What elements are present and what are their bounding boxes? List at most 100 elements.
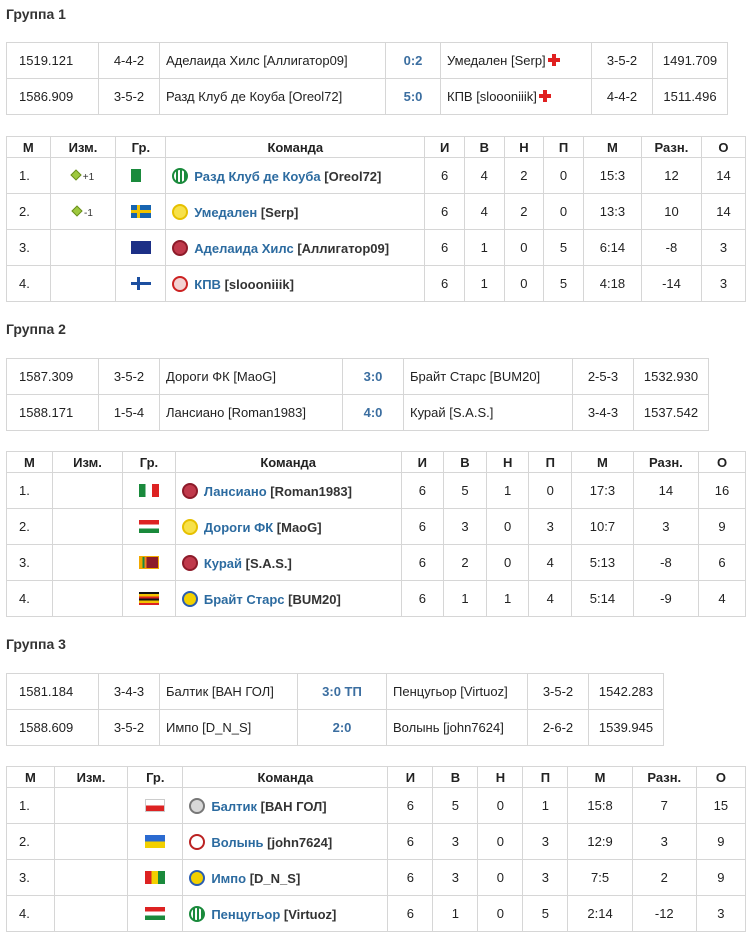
team-name-link[interactable]: Аделаида Хилс [194, 241, 293, 256]
country-flag [115, 265, 167, 302]
score-link[interactable]: 5:0 [385, 78, 441, 115]
score-link[interactable]: 2:0 [297, 709, 387, 746]
wins: 3 [432, 823, 479, 860]
col-header-team: Команда [174, 451, 402, 473]
col-header-diff: Разн. [632, 451, 700, 473]
country-flag [122, 472, 176, 509]
home-team-link[interactable]: Дороги ФК [MaoG] [159, 358, 343, 395]
club-logo-icon [189, 797, 206, 814]
team-name-link[interactable]: Балтик [211, 799, 257, 814]
goals: 15:8 [567, 787, 633, 824]
rating: 1532.930 [633, 358, 709, 395]
col-header-flag: Гр. [127, 766, 184, 788]
home-team-link[interactable]: Аделаида Хилс [Аллигатор09] [159, 42, 386, 79]
table-row: 2. Дороги ФК [MaoG] 6 3 0 3 10:7 3 9 [6, 508, 746, 545]
home-team-link[interactable]: Импо [D_N_S] [159, 709, 298, 746]
away-team-link[interactable]: Курай [S.A.S.] [403, 394, 573, 431]
score-link[interactable]: 3:0 ТП [297, 673, 387, 710]
home-team-link[interactable]: Разд Клуб де Коуба [Oreol72] [159, 78, 386, 115]
team-cell[interactable]: Лансиано [Roman1983] [174, 472, 402, 509]
formation: 1-5-4 [98, 394, 160, 431]
wins: 5 [432, 787, 479, 824]
home-team-link[interactable]: Лансиано [Roman1983] [159, 394, 343, 431]
away-team-link[interactable]: Волынь [john7624] [386, 709, 528, 746]
goal-diff: -14 [641, 265, 702, 302]
country-flag [115, 193, 167, 230]
team-cell[interactable]: КПВ [slooоniiik] [165, 265, 426, 302]
country-flag [127, 823, 184, 860]
position: 3. [6, 229, 51, 266]
losses: 0 [528, 472, 573, 509]
position-change [51, 580, 124, 617]
score-link[interactable]: 3:0 [342, 358, 404, 395]
score-link[interactable]: 4:0 [342, 394, 404, 431]
goal-diff: -12 [631, 895, 697, 932]
team-name-link[interactable]: КПВ [194, 277, 221, 292]
col-header-pts: О [698, 451, 746, 473]
poland-flag-icon [145, 799, 166, 812]
team-cell[interactable]: Брайт Старс [BUM20] [174, 580, 402, 617]
score-link[interactable]: 0:2 [385, 42, 441, 79]
away-team-link[interactable]: Брайт Старс [BUM20] [403, 358, 573, 395]
team-cell[interactable]: Волынь [john7624] [182, 823, 389, 860]
manager-name: [john7624] [267, 834, 333, 850]
position: 3. [6, 544, 53, 581]
col-header-l: П [543, 136, 584, 158]
australia-flag-icon [130, 241, 151, 254]
formation: 4-4-2 [98, 42, 160, 79]
formation: 3-5-2 [98, 78, 160, 115]
team-cell[interactable]: Балтик [ВАН ГОЛ] [182, 787, 389, 824]
table-row: 1. Лансиано [Roman1983] 6 5 1 0 17:3 14 … [6, 472, 746, 509]
team-cell[interactable]: Умедален [Serp] [165, 193, 426, 230]
col-header-l: П [522, 766, 569, 788]
col-header-w: В [463, 136, 505, 158]
team-name-link[interactable]: Дороги ФК [204, 520, 273, 535]
position: 4. [6, 580, 53, 617]
wins: 4 [463, 157, 505, 194]
team-cell[interactable]: Пенцугьор [Virtuoz] [182, 895, 389, 932]
team-name-link[interactable]: Брайт Старс [204, 592, 285, 607]
team-name-link[interactable]: Пенцугьор [211, 907, 280, 922]
team-cell[interactable]: Аделаида Хилс [Аллигатор09] [165, 229, 426, 266]
col-header-d: Н [477, 766, 524, 788]
away-team-link[interactable]: Пенцугьор [Virtuoz] [386, 673, 528, 710]
home-team-link[interactable]: Балтик [ВАН ГОЛ] [159, 673, 298, 710]
position: 2. [6, 823, 55, 860]
team-cell[interactable]: Разд Клуб де Коуба [Oreol72] [165, 157, 426, 194]
wins: 1 [463, 229, 505, 266]
losses: 3 [522, 823, 569, 860]
goal-diff: 14 [632, 472, 700, 509]
played: 6 [424, 193, 465, 230]
played: 6 [387, 823, 434, 860]
goal-diff: -9 [632, 580, 700, 617]
team-name-link[interactable]: Разд Клуб де Коуба [194, 169, 320, 184]
manager-name: [Virtuoz] [283, 906, 337, 922]
manager-name: [slooоniiik] [224, 276, 294, 292]
rating: 1587.309 [6, 358, 99, 395]
team-cell[interactable]: Импо [D_N_S] [182, 859, 389, 896]
team-name-link[interactable]: Лансиано [204, 484, 267, 499]
position-change [49, 265, 117, 302]
position-change [51, 508, 124, 545]
group-title: Группа 1 [6, 6, 66, 22]
rating: 1511.496 [652, 78, 728, 115]
table-row: 3. Аделаида Хилс [Аллигатор09] 6 1 0 5 6… [6, 229, 746, 266]
table-row: 2. Волынь [john7624] 6 3 0 3 12:9 3 9 [6, 823, 746, 860]
goal-diff: 7 [631, 787, 697, 824]
team-cell[interactable]: Курай [S.A.S.] [174, 544, 402, 581]
rating: 1519.121 [6, 42, 99, 79]
team-name-link[interactable]: Умедален [194, 205, 257, 220]
away-team-link[interactable]: Умедален [Serp] [440, 42, 592, 79]
srilanka-flag-icon [138, 556, 159, 569]
match-row: 1587.309 3-5-2 Дороги ФК [MaoG] 3:0 Брай… [6, 358, 709, 395]
diamond-icon [70, 169, 82, 181]
col-header-diff: Разн. [631, 766, 697, 788]
team-cell[interactable]: Дороги ФК [MaoG] [174, 508, 402, 545]
team-name-link[interactable]: Курай [204, 556, 242, 571]
away-team-link[interactable]: КПВ [slooоniiik] [440, 78, 592, 115]
position-change: +1 [49, 157, 117, 194]
match-row: 1519.121 4-4-2 Аделаида Хилс [Аллигатор0… [6, 42, 728, 79]
team-name-link[interactable]: Волынь [211, 835, 263, 850]
team-name-link[interactable]: Импо [211, 871, 246, 886]
position: 4. [6, 265, 51, 302]
